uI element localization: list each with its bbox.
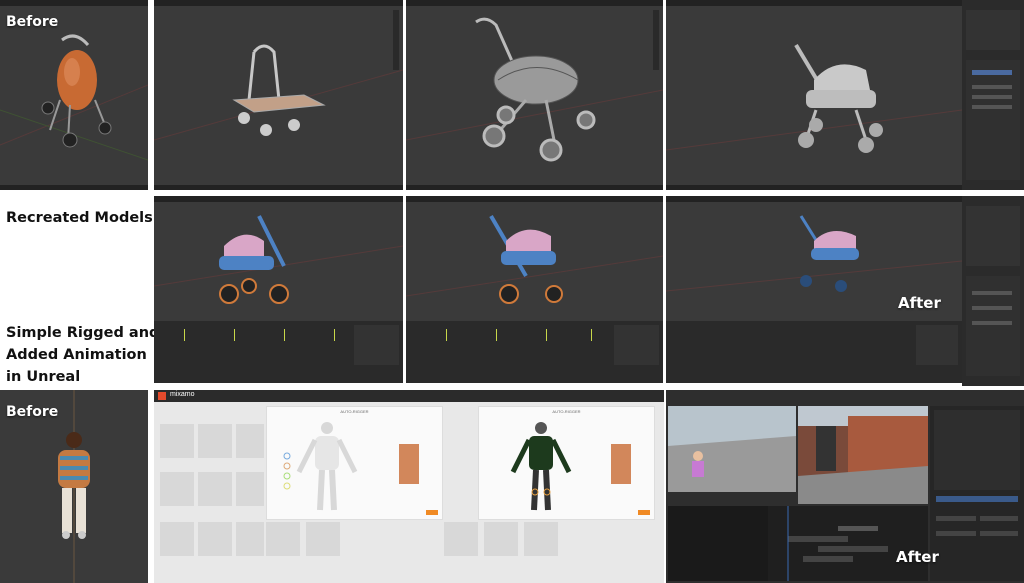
- before-label-bottom: Before: [6, 404, 59, 420]
- pink-stroller-rig-render: [154, 215, 403, 304]
- properties-panel-mid: [962, 196, 1024, 386]
- animation-thumb[interactable]: [160, 424, 194, 458]
- mixamo-logo-icon: [158, 392, 166, 400]
- details-panel: [930, 406, 1024, 581]
- autorigger-dialog-1: AUTO-RIGGER: [266, 406, 443, 520]
- properties-panel-top: [962, 0, 1024, 190]
- mixamo-header: mixamo: [154, 390, 664, 402]
- viewport-rig-2: [406, 196, 663, 321]
- rigged-label-line3: in Unreal: [6, 369, 81, 385]
- recreated-models-label: Recreated Models: [6, 210, 153, 226]
- animation-thumb[interactable]: [306, 522, 340, 556]
- sequencer-panel[interactable]: [668, 506, 928, 581]
- unreal-editor: After: [666, 390, 1024, 583]
- animation-thumb[interactable]: [198, 522, 232, 556]
- timeline-3[interactable]: [666, 321, 962, 383]
- viewport-wireframe: [406, 0, 663, 190]
- stroller-chassis-render: [154, 44, 403, 141]
- rigged-label-line1: Simple Rigged and: [6, 325, 160, 341]
- animation-thumb[interactable]: [198, 424, 232, 458]
- mixamo-window: mixamo AUTO-RIGGER AUTO-RIGGER: [154, 390, 664, 583]
- viewport-rig-3: After: [666, 196, 962, 321]
- next-button-1[interactable]: [426, 510, 438, 515]
- animation-thumb[interactable]: [484, 522, 518, 556]
- mixamo-app-name: mixamo: [170, 391, 195, 398]
- animation-thumb[interactable]: [236, 424, 264, 458]
- before-stroller-viewport: Before: [0, 0, 148, 190]
- animation-thumb[interactable]: [266, 522, 300, 556]
- animation-thumb[interactable]: [198, 472, 232, 506]
- viewport-rig-1: [154, 196, 403, 321]
- rigged-character-preview: [510, 422, 631, 511]
- unreal-viewport-1: [668, 406, 796, 492]
- viewport-final-model: [666, 0, 962, 190]
- before-character-viewport: Before: [0, 390, 148, 583]
- animation-thumb[interactable]: [236, 522, 264, 556]
- timeline-2[interactable]: [406, 321, 663, 383]
- animation-thumb[interactable]: [236, 472, 264, 506]
- viewport-chassis: [154, 0, 403, 190]
- autorigger-dialog-2: AUTO-RIGGER: [478, 406, 655, 520]
- animation-thumb[interactable]: [524, 522, 558, 556]
- unreal-viewport-2: [798, 406, 928, 504]
- after-label-bottom: After: [896, 548, 939, 566]
- rigged-label-line2: Added Animation: [6, 347, 147, 363]
- stroller-solid-render: [666, 43, 962, 153]
- pink-stroller-rig-render-2: [406, 214, 663, 304]
- timeline-1[interactable]: [154, 321, 403, 383]
- next-button-2[interactable]: [638, 510, 650, 515]
- stroller-wireframe-render: [406, 17, 663, 162]
- after-label-top: After: [898, 294, 941, 312]
- animation-thumb[interactable]: [444, 522, 478, 556]
- animation-thumb[interactable]: [160, 522, 194, 556]
- viewport-header: [0, 0, 148, 6]
- before-label-top: Before: [6, 14, 59, 30]
- white-mannequin: [283, 422, 419, 511]
- animation-thumb[interactable]: [160, 472, 194, 506]
